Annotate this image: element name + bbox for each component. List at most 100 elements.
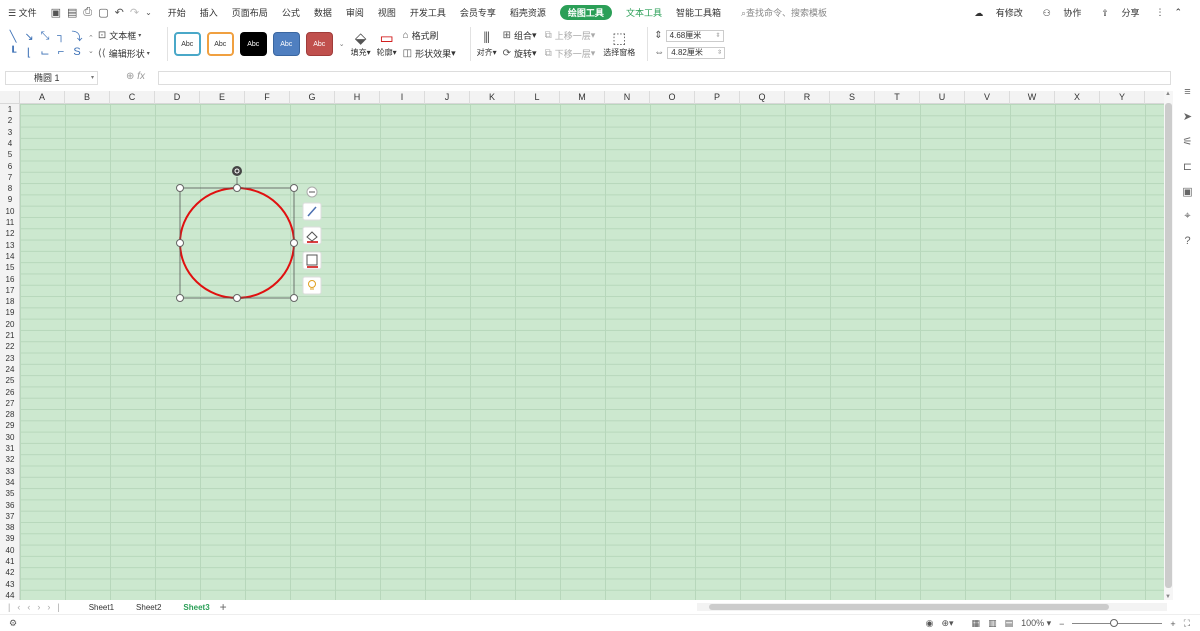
chevron-down-icon[interactable]: ▾ — [91, 72, 94, 84]
styles-more[interactable]: ⌄ — [339, 40, 345, 48]
menu-lines-icon[interactable]: ≡ — [1184, 86, 1190, 98]
row-header[interactable]: 21 — [0, 330, 20, 341]
row-header[interactable]: 37 — [0, 511, 20, 522]
tab-developer[interactable]: 开发工具 — [410, 6, 446, 19]
tab-smart-toolbox[interactable]: 智能工具箱 — [676, 6, 721, 19]
fullscreen-icon[interactable]: ⛶ — [1184, 618, 1190, 629]
zoom-in-button[interactable]: + — [1170, 619, 1175, 629]
bring-forward-button[interactable]: ⧉ 上移一层 ▾ — [545, 29, 596, 42]
row-header[interactable]: 38 — [0, 522, 20, 533]
has-changes-button[interactable]: ☁ 有修改 — [964, 6, 1023, 19]
column-header[interactable]: X — [1055, 91, 1100, 104]
column-header[interactable]: R — [785, 91, 830, 104]
save-icon[interactable]: ▣ — [51, 6, 61, 19]
last-sheet-icon[interactable]: ›| — [47, 602, 66, 612]
send-backward-button[interactable]: ⧉ 下移一层 ▾ — [545, 47, 596, 60]
row-header[interactable]: 30 — [0, 432, 20, 443]
row-header[interactable]: 6 — [0, 161, 20, 172]
sheet-nav-arrows[interactable]: |‹‹››| — [8, 602, 67, 612]
row-header[interactable]: 23 — [0, 353, 20, 364]
align-button[interactable]: ⫴ 对齐▾ — [477, 30, 497, 58]
command-search[interactable]: ⌕查找命令、搜索模板 — [741, 6, 827, 19]
row-header[interactable]: 1 — [0, 104, 20, 115]
row-header[interactable]: 16 — [0, 274, 20, 285]
column-header[interactable]: P — [695, 91, 740, 104]
scroll-up-icon[interactable]: ▲ — [1165, 91, 1171, 97]
row-header[interactable]: 41 — [0, 556, 20, 567]
row-header[interactable]: 2 — [0, 115, 20, 126]
export-icon[interactable]: ▤ — [67, 6, 77, 19]
row-header[interactable]: 12 — [0, 228, 20, 239]
more-options-icon[interactable]: ⋮ — [1155, 7, 1164, 18]
row-header[interactable]: 32 — [0, 454, 20, 465]
zoom-search-icon[interactable]: ⊕ — [126, 71, 134, 82]
tab-drawing-tools[interactable]: 绘图工具 — [559, 4, 612, 20]
column-header[interactable]: N — [605, 91, 650, 104]
column-header[interactable]: F — [245, 91, 290, 104]
vertical-scrollbar[interactable]: ▲ ▼ — [1164, 91, 1173, 600]
row-header[interactable]: 36 — [0, 500, 20, 511]
undo-icon[interactable]: ↶ — [115, 6, 124, 19]
vertical-scroll-thumb[interactable] — [1165, 103, 1172, 588]
row-header[interactable]: 24 — [0, 364, 20, 375]
name-box[interactable]: 椭圆 1 ▾ — [5, 71, 98, 85]
rotate-button[interactable]: ⟳ 旋转 ▾ — [503, 47, 537, 60]
row-header[interactable]: 29 — [0, 420, 20, 431]
zoom-slider[interactable] — [1072, 619, 1163, 627]
row-header[interactable]: 9 — [0, 194, 20, 205]
redo-icon[interactable]: ↷ — [130, 6, 139, 19]
horizontal-scroll-thumb[interactable] — [709, 604, 1109, 610]
more-chevron-icon[interactable]: ⌄ — [145, 8, 152, 17]
gallery-scroll[interactable]: ⌃ ⌄ — [88, 34, 94, 55]
column-header[interactable]: I — [380, 91, 425, 104]
crop-icon[interactable]: ⊏ — [1183, 160, 1192, 173]
scroll-down-icon[interactable]: ⌄ — [88, 47, 94, 55]
edit-shape-button[interactable]: ⟨⟨ 编辑形状 ▾ — [98, 47, 153, 60]
width-input[interactable]: 4.82厘米 ⇳ — [667, 46, 726, 59]
curve-arrow-icon[interactable]: ⌙ — [38, 45, 52, 59]
more-styles-icon[interactable]: ⌄ — [339, 40, 345, 48]
collapse-ribbon-icon[interactable]: ⌃ — [1174, 7, 1182, 18]
cell-area[interactable] — [20, 104, 1164, 600]
column-header[interactable]: B — [65, 91, 110, 104]
column-header[interactable]: L — [515, 91, 560, 104]
column-header[interactable]: O — [650, 91, 695, 104]
column-header[interactable]: K — [470, 91, 515, 104]
shape-style-5[interactable]: Abc — [305, 32, 333, 56]
row-header[interactable]: 25 — [0, 375, 20, 386]
tab-docer[interactable]: 稻壳资源 — [510, 6, 546, 19]
row-header[interactable]: 3 — [0, 127, 20, 138]
add-sheet-button[interactable]: + — [220, 600, 227, 614]
spin-arrows-icon[interactable]: ⇳ — [717, 49, 724, 56]
row-header[interactable]: 20 — [0, 319, 20, 330]
text-box-button[interactable]: ⊡ 文本框 ▾ — [98, 29, 153, 42]
tab-page-layout[interactable]: 页面布局 — [232, 6, 268, 19]
row-header[interactable]: 8 — [0, 183, 20, 194]
row-header[interactable]: 18 — [0, 296, 20, 307]
collaborate-button[interactable]: ⚇ 协作 — [1033, 6, 1082, 19]
column-header[interactable]: M — [560, 91, 605, 104]
column-header[interactable]: A — [20, 91, 65, 104]
row-header[interactable]: 39 — [0, 533, 20, 544]
row-header[interactable]: 22 — [0, 341, 20, 352]
tab-home[interactable]: 开始 — [168, 6, 186, 19]
tab-insert[interactable]: 插入 — [200, 6, 218, 19]
share-button[interactable]: ⇪ 分享 — [1091, 6, 1139, 19]
sheet-tab-sheet1[interactable]: Sheet1 — [89, 603, 114, 612]
zoom-slider-knob[interactable] — [1110, 619, 1119, 627]
selection-pane-button[interactable]: ⬚ 选择窗格 — [603, 30, 635, 58]
fx-icon[interactable]: fx — [137, 71, 145, 82]
double-arrow-line-icon[interactable]: ⤡ — [38, 29, 52, 43]
row-header[interactable]: 44 — [0, 590, 20, 600]
horizontal-scrollbar[interactable] — [697, 603, 1167, 611]
tab-review[interactable]: 审阅 — [346, 6, 364, 19]
row-header[interactable]: 4 — [0, 138, 20, 149]
page-break-view-icon[interactable]: ▤ — [1005, 618, 1014, 629]
tab-formulas[interactable]: 公式 — [282, 6, 300, 19]
spin-arrows-icon[interactable]: ⇳ — [716, 32, 723, 39]
curve-line-icon[interactable]: S — [70, 45, 84, 59]
shape-style-3[interactable]: Abc — [239, 32, 267, 56]
eye-protection-icon[interactable]: ◉ — [926, 618, 934, 629]
shape-effects-button[interactable]: ◫ 形状效果 ▾ — [403, 47, 456, 60]
scroll-up-icon[interactable]: ⌃ — [88, 34, 94, 42]
